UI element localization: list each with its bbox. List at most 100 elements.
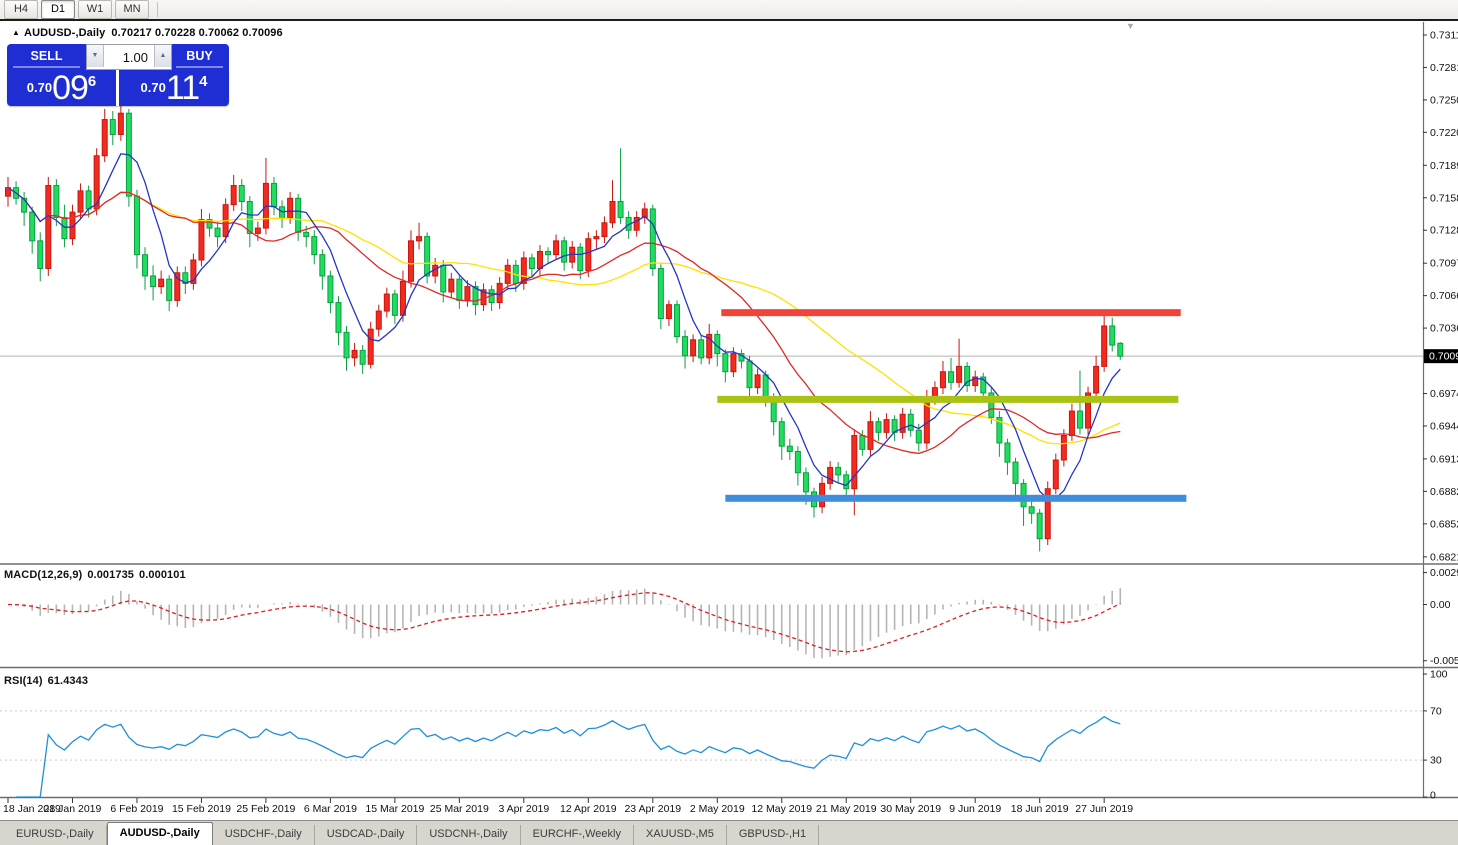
candle-body bbox=[174, 272, 181, 301]
candle-body bbox=[762, 374, 769, 399]
ma-line-6 bbox=[7, 153, 1121, 500]
price-tick-label: 0.69745 bbox=[1430, 388, 1458, 400]
candle-body bbox=[359, 349, 366, 365]
date-tick-label: 9 Jun 2019 bbox=[949, 803, 1001, 815]
candle-body bbox=[649, 208, 656, 270]
sell-button[interactable]: SELL bbox=[7, 44, 86, 70]
candle-body bbox=[504, 264, 511, 284]
candle-body bbox=[907, 413, 914, 431]
sell-price-prefix: 0.70 bbox=[26, 80, 53, 95]
candle-body bbox=[1004, 442, 1011, 463]
candle-body bbox=[230, 185, 237, 206]
candle-body bbox=[246, 200, 253, 234]
candle-body bbox=[617, 200, 624, 218]
candle-body bbox=[1060, 435, 1067, 461]
candle-body bbox=[939, 371, 946, 389]
candle-body bbox=[698, 339, 705, 359]
candle-body bbox=[545, 250, 552, 256]
macd-axis[interactable]: 0.002984 0.00 -0.00525 bbox=[1423, 567, 1458, 667]
sell-price-big-digits: 09 bbox=[52, 69, 89, 107]
candle-body bbox=[238, 185, 245, 202]
candle-body bbox=[37, 240, 44, 270]
sell-underline bbox=[13, 66, 80, 68]
sell-price[interactable]: 0.70096 bbox=[7, 70, 116, 106]
candle-body bbox=[391, 293, 398, 316]
price-tick-label: 0.72505 bbox=[1430, 94, 1458, 106]
candle-body bbox=[561, 240, 568, 263]
candle-body bbox=[383, 293, 390, 312]
candle-body bbox=[690, 339, 697, 357]
candle-body bbox=[367, 328, 374, 365]
horizontal-band-objects[interactable] bbox=[717, 309, 1187, 502]
band-line-2[interactable] bbox=[725, 494, 1187, 502]
candle-body bbox=[1117, 342, 1124, 357]
volume-input[interactable] bbox=[104, 45, 154, 69]
date-tick-label: 6 Mar 2019 bbox=[304, 803, 357, 815]
price-tick-label: 0.68210 bbox=[1430, 551, 1458, 563]
macd-tick-label: 0.002984 bbox=[1430, 567, 1458, 579]
volume-increase-button[interactable]: ▲ bbox=[154, 45, 171, 67]
candle-body bbox=[117, 112, 124, 135]
buy-underline bbox=[176, 66, 223, 68]
price-tick-label: 0.71280 bbox=[1430, 225, 1458, 237]
candle-body bbox=[1068, 410, 1075, 437]
one-click-trade-panel: SELL ▼ ▲ BUY 0.70096 0.70114 bbox=[7, 44, 229, 106]
rsi-indicator-label: RSI(14) 61.4343 bbox=[4, 675, 88, 687]
chart-shift-marker-icon[interactable]: ▼ bbox=[1126, 22, 1135, 31]
candle-body bbox=[45, 185, 52, 270]
candle-body bbox=[553, 240, 560, 256]
date-axis[interactable]: 18 Jan 201928 Jan 2019 6 Feb 2019 15 Feb 2… bbox=[3, 798, 1133, 815]
volume-decrease-button[interactable]: ▼ bbox=[87, 45, 104, 67]
candle-body bbox=[158, 278, 165, 288]
candle-body bbox=[416, 236, 423, 242]
candle-body bbox=[802, 472, 809, 493]
candle-body bbox=[956, 365, 963, 383]
buy-button[interactable]: BUY bbox=[170, 44, 229, 70]
date-tick-label: 12 May 2019 bbox=[751, 803, 812, 815]
candle-body bbox=[327, 275, 334, 304]
price-tick-label: 0.69130 bbox=[1430, 453, 1458, 465]
date-tick-label: 2 May 2019 bbox=[690, 803, 745, 815]
rsi-line bbox=[16, 715, 1121, 797]
trade-panel-divider bbox=[116, 70, 119, 106]
candle-body bbox=[948, 371, 955, 383]
band-line-0[interactable] bbox=[721, 309, 1181, 317]
candle-body bbox=[778, 421, 785, 447]
candle-body bbox=[351, 349, 358, 359]
candle-body bbox=[1012, 461, 1019, 484]
symbol-marker-icon: ▲ bbox=[12, 28, 21, 37]
candle-body bbox=[867, 421, 874, 450]
price-tick-label: 0.70665 bbox=[1430, 290, 1458, 302]
buy-price[interactable]: 0.70114 bbox=[119, 70, 229, 106]
moving-averages bbox=[7, 153, 1121, 500]
candle-body bbox=[536, 250, 543, 270]
band-line-1[interactable] bbox=[717, 395, 1179, 403]
rsi-tick-label: 30 bbox=[1430, 755, 1442, 767]
candle-body bbox=[61, 216, 68, 240]
candle-body bbox=[746, 360, 753, 389]
candle-body bbox=[1109, 325, 1116, 346]
candle-body bbox=[287, 197, 294, 218]
candle-body bbox=[335, 302, 342, 333]
rsi-tick-label: 0 bbox=[1430, 790, 1436, 802]
rsi-axis[interactable]: 100 70 30 0 bbox=[1423, 669, 1448, 802]
candle-body bbox=[593, 236, 600, 240]
candle-body bbox=[456, 278, 463, 301]
candle-body bbox=[528, 257, 535, 270]
price-axis[interactable]: 0.73115 0.72810 0.72505 0.72200 0.71890 0.715… bbox=[1423, 30, 1458, 564]
candle-body bbox=[915, 429, 922, 444]
candle-body bbox=[859, 435, 866, 450]
candle-body bbox=[585, 238, 592, 272]
chart-symbol-label: AUDUSD-,Daily bbox=[24, 27, 106, 39]
sell-button-label: SELL bbox=[30, 49, 63, 63]
candle-body bbox=[1093, 365, 1100, 394]
candle-body bbox=[142, 254, 149, 277]
buy-price-big-digits: 11 bbox=[165, 69, 200, 107]
candle-body bbox=[682, 336, 689, 357]
price-tick-label: 0.70360 bbox=[1430, 323, 1458, 335]
date-tick-label: 25 Mar 2019 bbox=[430, 803, 489, 815]
price-tick-label: 0.68520 bbox=[1430, 518, 1458, 530]
chart-surface[interactable]: 0.73115 0.72810 0.72505 0.72200 0.71890 0.715… bbox=[0, 0, 1458, 845]
price-tick-label: 0.70970 bbox=[1430, 258, 1458, 270]
candles bbox=[5, 105, 1124, 552]
